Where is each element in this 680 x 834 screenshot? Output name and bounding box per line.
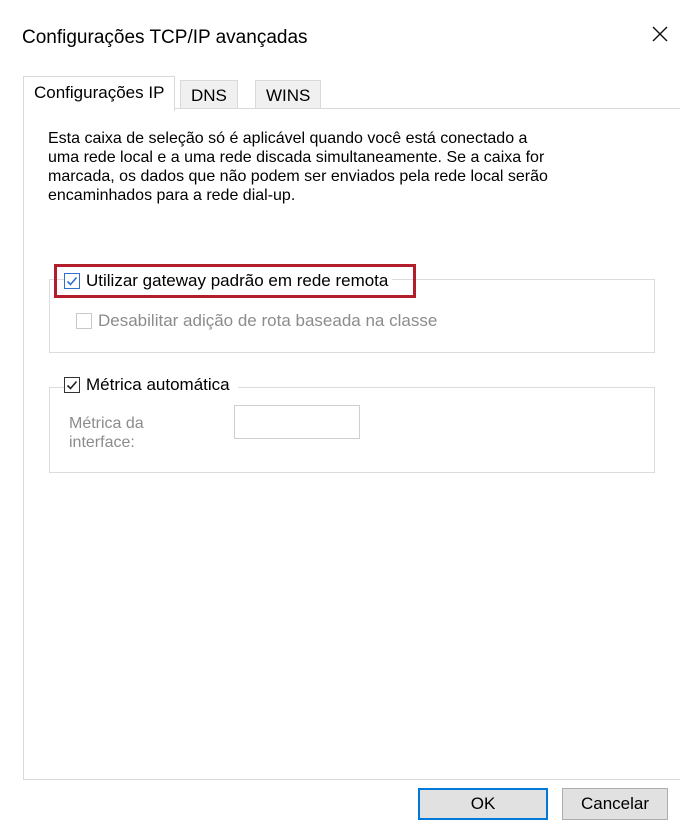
automatic-metric-checkbox[interactable]	[64, 377, 80, 393]
automatic-metric-label: Métrica automática	[86, 375, 230, 394]
window-title: Configurações TCP/IP avançadas	[22, 27, 308, 48]
title-bar: Configurações TCP/IP avançadas	[0, 0, 680, 72]
description-text: Esta caixa de seleção só é aplicável qua…	[48, 130, 548, 204]
tab-wins[interactable]: WINS	[255, 80, 322, 108]
disable-class-route-checkbox-row: Desabilitar adição de rota baseada na cl…	[76, 311, 438, 331]
cancel-button[interactable]: Cancelar	[562, 788, 668, 820]
highlight-box	[54, 264, 416, 298]
tab-dns[interactable]: DNS	[180, 80, 238, 108]
ok-button[interactable]: OK	[418, 788, 548, 820]
advanced-tcpip-dialog: Configurações TCP/IP avançadas Configura…	[0, 0, 680, 834]
disable-class-route-label: Desabilitar adição de rota baseada na cl…	[98, 311, 438, 330]
tab-ip-settings[interactable]: Configurações IP	[23, 76, 176, 111]
button-bar: OK Cancelar	[0, 780, 680, 834]
interface-metric-label: Métrica da interface:	[69, 415, 144, 451]
disable-class-route-checkbox	[76, 313, 92, 329]
interface-metric-input	[234, 405, 360, 439]
tab-panel: Esta caixa de seleção só é aplicável qua…	[23, 108, 680, 780]
close-icon	[652, 26, 668, 42]
close-button[interactable]	[640, 14, 680, 54]
automatic-metric-checkbox-row[interactable]: Métrica automática	[64, 375, 238, 395]
checkmark-icon	[66, 380, 78, 390]
